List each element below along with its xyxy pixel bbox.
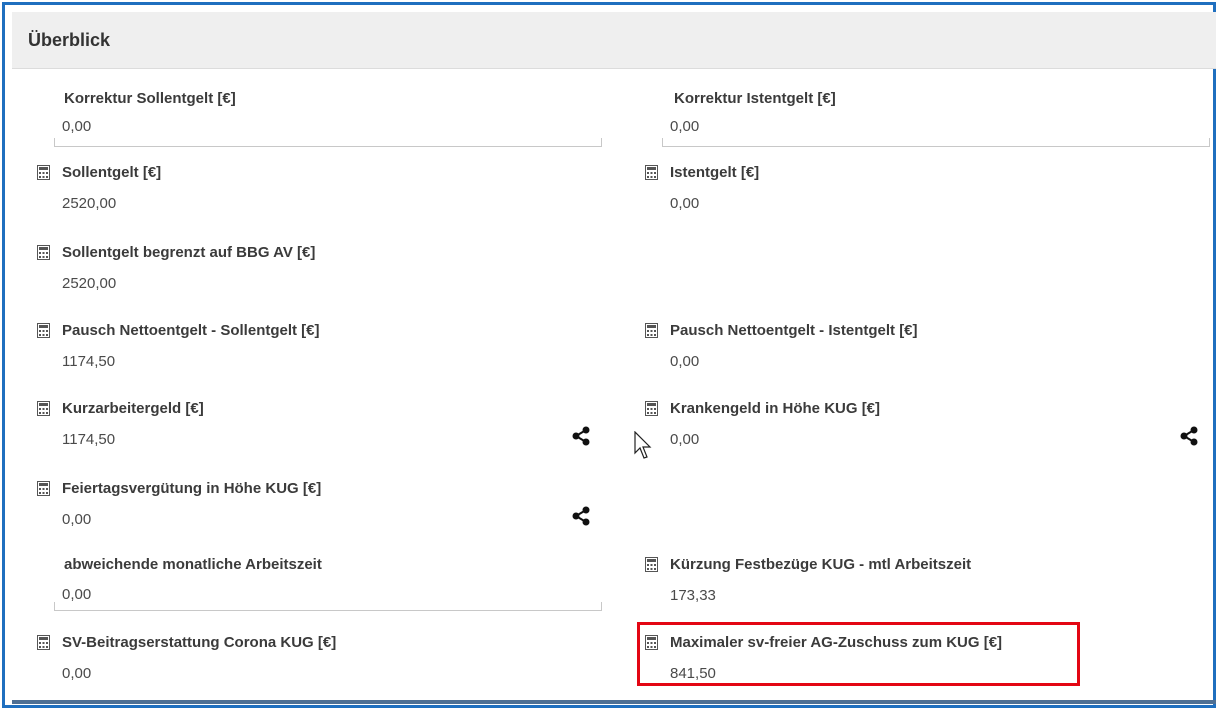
kuerzung-label: Kürzung Festbezüge KUG - mtl Arbeitszeit	[670, 556, 972, 573]
calculator-icon	[645, 557, 658, 572]
calculator-icon	[37, 401, 50, 416]
calculator-icon	[37, 165, 50, 180]
abweichende-arbeitszeit-underline[interactable]	[54, 602, 602, 611]
istentgelt-label: Istentgelt [€]	[670, 164, 760, 181]
calculator-icon	[37, 323, 50, 338]
korrektur-istentgelt-input[interactable]: 0,00	[670, 118, 699, 135]
panel-header	[12, 12, 1216, 69]
feiertag-value: 0,00	[62, 511, 92, 528]
pausch-soll-field: Pausch Nettoentgelt - Sollentgelt [€] 11…	[37, 322, 320, 370]
sv-beitrag-value: 0,00	[62, 665, 92, 682]
calculator-icon	[37, 245, 50, 260]
kurzarbeitergeld-field: Kurzarbeitergeld [€] 1174,50	[37, 400, 204, 448]
krankengeld-value: 0,00	[670, 431, 700, 448]
highlight-box	[637, 622, 1080, 686]
korrektur-sollentgelt-field: Korrektur Sollentgelt [€]	[64, 90, 236, 107]
share-icon[interactable]	[569, 424, 593, 448]
share-icon[interactable]	[569, 504, 593, 528]
pausch-ist-field: Pausch Nettoentgelt - Istentgelt [€] 0,0…	[645, 322, 918, 370]
sollentgelt-bbg-field: Sollentgelt begrenzt auf BBG AV [€] 2520…	[37, 244, 315, 292]
sv-beitrag-label: SV-Beitragserstattung Corona KUG [€]	[62, 634, 337, 651]
kuerzung-field: Kürzung Festbezüge KUG - mtl Arbeitszeit…	[645, 556, 971, 604]
korrektur-sollentgelt-value[interactable]: 0,00	[62, 118, 91, 135]
korrektur-sollentgelt-input[interactable]: 0,00	[62, 118, 91, 135]
pausch-ist-label: Pausch Nettoentgelt - Istentgelt [€]	[670, 322, 918, 339]
sv-beitrag-field: SV-Beitragserstattung Corona KUG [€] 0,0…	[37, 634, 336, 682]
abweichende-arbeitszeit-value[interactable]: 0,00	[62, 586, 91, 603]
korrektur-sollentgelt-underline[interactable]	[54, 138, 602, 147]
korrektur-istentgelt-value[interactable]: 0,00	[670, 118, 699, 135]
korrektur-sollentgelt-label: Korrektur Sollentgelt [€]	[64, 90, 236, 107]
korrektur-istentgelt-underline[interactable]	[662, 138, 1210, 147]
abweichende-arbeitszeit-label: abweichende monatliche Arbeitszeit	[64, 556, 322, 573]
sollentgelt-field: Sollentgelt [€] 2520,00	[37, 164, 161, 212]
kurzarbeitergeld-label: Kurzarbeitergeld [€]	[62, 400, 204, 417]
korrektur-istentgelt-field: Korrektur Istentgelt [€]	[674, 90, 836, 107]
pausch-ist-value: 0,00	[670, 353, 700, 370]
kuerzung-value: 173,33	[670, 587, 716, 604]
calculator-icon	[645, 165, 658, 180]
pausch-soll-value: 1174,50	[62, 353, 116, 370]
sollentgelt-label: Sollentgelt [€]	[62, 164, 162, 181]
calculator-icon	[645, 401, 658, 416]
pausch-soll-label: Pausch Nettoentgelt - Sollentgelt [€]	[62, 322, 320, 339]
feiertag-label: Feiertagsvergütung in Höhe KUG [€]	[62, 480, 322, 497]
share-icon[interactable]	[1177, 424, 1201, 448]
korrektur-istentgelt-label: Korrektur Istentgelt [€]	[674, 90, 836, 107]
krankengeld-label: Krankengeld in Höhe KUG [€]	[670, 400, 881, 417]
calculator-icon	[37, 481, 50, 496]
mouse-cursor	[634, 430, 654, 466]
calculator-icon	[645, 323, 658, 338]
istentgelt-field: Istentgelt [€] 0,00	[645, 164, 759, 212]
kurzarbeitergeld-value: 1174,50	[62, 431, 116, 448]
panel-title: Überblick	[28, 30, 111, 50]
calculator-icon	[37, 635, 50, 650]
sollentgelt-value: 2520,00	[62, 195, 117, 212]
istentgelt-value: 0,00	[670, 195, 700, 212]
feiertag-field: Feiertagsvergütung in Höhe KUG [€] 0,00	[37, 480, 321, 528]
sollentgelt-bbg-value: 2520,00	[62, 275, 117, 292]
abweichende-arbeitszeit-field: abweichende monatliche Arbeitszeit	[64, 556, 322, 573]
abweichende-arbeitszeit-input[interactable]: 0,00	[62, 586, 91, 603]
sollentgelt-bbg-label: Sollentgelt begrenzt auf BBG AV [€]	[62, 244, 316, 261]
krankengeld-field: Krankengeld in Höhe KUG [€] 0,00	[645, 400, 880, 448]
panel-bottom-border	[12, 700, 1216, 704]
